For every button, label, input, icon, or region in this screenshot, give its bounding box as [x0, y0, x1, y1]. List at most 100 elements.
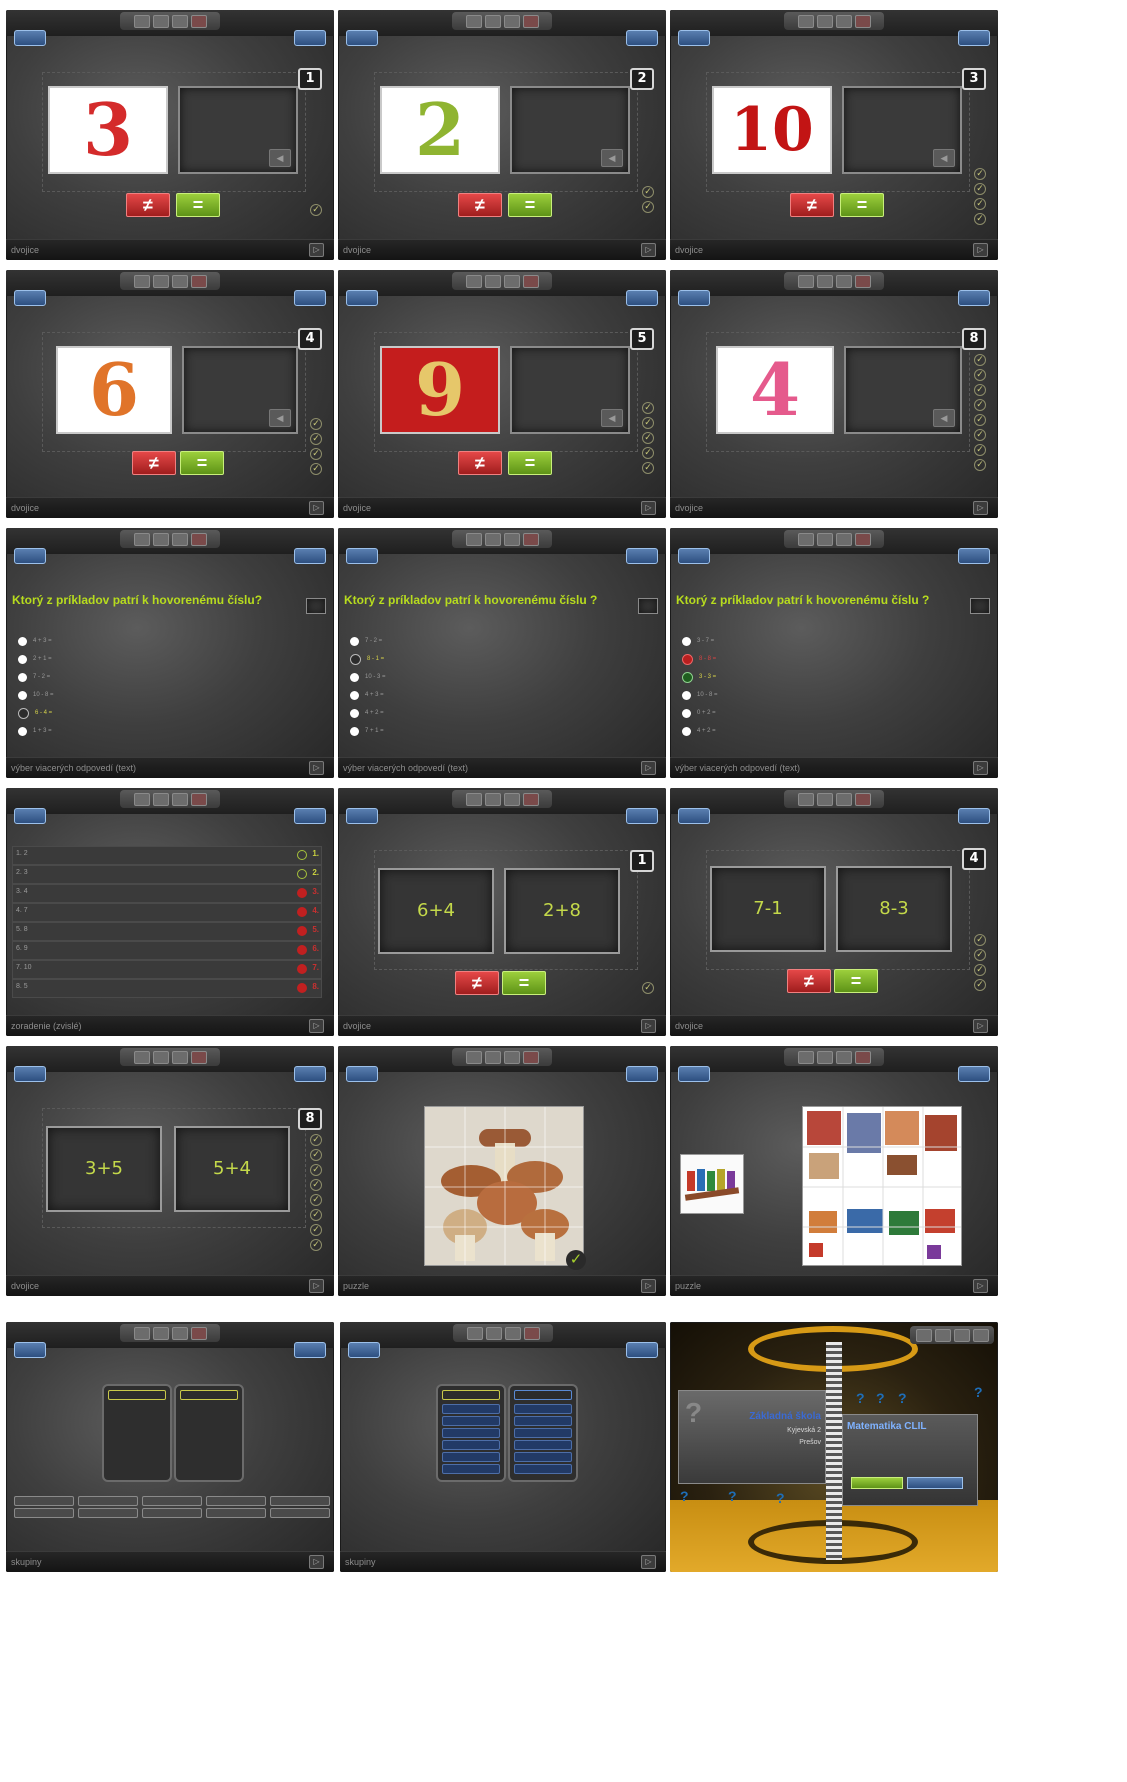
menu-button[interactable] [348, 1342, 380, 1358]
option[interactable]: 4 + 2 = [350, 704, 386, 722]
not-equal-button[interactable]: ≠ [458, 193, 502, 217]
nav-arrow-icon[interactable]: ▷ [309, 1279, 324, 1293]
next-button[interactable] [294, 1342, 326, 1358]
group-right[interactable] [508, 1384, 578, 1482]
equal-button[interactable]: = [502, 971, 546, 995]
order-row[interactable]: 8. 5 8. [12, 979, 322, 998]
option[interactable]: 4 + 3 = [18, 632, 54, 650]
order-row[interactable]: 6. 9 6. [12, 941, 322, 960]
option-correct[interactable]: 3 - 3 = [682, 668, 718, 686]
order-row[interactable]: 7. 10 7. [12, 960, 322, 979]
speaker-icon[interactable]: ◀ [933, 409, 955, 427]
sorted-chip[interactable] [442, 1428, 500, 1438]
group-left[interactable] [102, 1384, 172, 1482]
help-icon[interactable]: ? [856, 1390, 865, 1406]
speaker-icon[interactable]: ◀ [601, 409, 623, 427]
menu-button[interactable] [346, 1066, 378, 1082]
group-right[interactable] [174, 1384, 244, 1482]
toolbar-icons[interactable] [120, 12, 220, 30]
toolbar-icons[interactable] [120, 1324, 220, 1342]
option[interactable]: 10 - 3 = [350, 668, 386, 686]
speaker-icon[interactable]: ◀ [269, 409, 291, 427]
answer-chip[interactable] [14, 1508, 74, 1518]
equal-button[interactable]: = [840, 193, 884, 217]
nav-arrow-icon[interactable]: ▷ [973, 1279, 988, 1293]
option[interactable]: 7 - 2 = [18, 668, 54, 686]
sorted-chip[interactable] [442, 1404, 500, 1414]
expression-left[interactable]: 6+4 [378, 868, 494, 954]
options-button[interactable] [907, 1477, 963, 1489]
next-button[interactable] [958, 1066, 990, 1082]
toolbar-icons[interactable] [784, 530, 884, 548]
menu-button[interactable] [14, 30, 46, 46]
order-row[interactable]: 1. 2 1. [12, 846, 322, 865]
toolbar-icons[interactable] [784, 272, 884, 290]
toolbar-icons[interactable] [120, 272, 220, 290]
option[interactable]: 2 + 1 = [18, 650, 54, 668]
equal-button[interactable]: = [176, 193, 220, 217]
speaker-icon[interactable]: ◀ [269, 149, 291, 167]
nav-arrow-icon[interactable]: ▷ [309, 761, 324, 775]
option-wrong[interactable]: 8 - 8 = [682, 650, 718, 668]
expression-right[interactable]: 2+8 [504, 868, 620, 954]
nav-arrow-icon[interactable]: ▷ [641, 1019, 656, 1033]
toolbar-icons[interactable] [784, 790, 884, 808]
nav-arrow-icon[interactable]: ▷ [973, 761, 988, 775]
option[interactable]: 4 + 3 = [350, 686, 386, 704]
puzzle-board[interactable] [802, 1106, 962, 1266]
answer-chip[interactable] [78, 1496, 138, 1506]
answer-chip[interactable] [142, 1508, 202, 1518]
option[interactable]: 10 - 8 = [682, 686, 718, 704]
answer-chip[interactable] [206, 1496, 266, 1506]
nav-arrow-icon[interactable]: ▷ [641, 761, 656, 775]
sorted-chip[interactable] [514, 1428, 572, 1438]
menu-button[interactable] [678, 290, 710, 306]
next-button[interactable] [626, 30, 658, 46]
next-button[interactable] [958, 290, 990, 306]
toolbar-icons[interactable] [452, 1048, 552, 1066]
expression-left[interactable]: 3+5 [46, 1126, 162, 1212]
sorted-chip[interactable] [442, 1464, 500, 1474]
help-icon[interactable]: ? [680, 1488, 689, 1504]
menu-button[interactable] [14, 808, 46, 824]
toolbar-icons[interactable] [120, 1048, 220, 1066]
order-row[interactable]: 4. 7 4. [12, 903, 322, 922]
nav-arrow-icon[interactable]: ▷ [309, 243, 324, 257]
option[interactable]: 3 - 7 = [682, 632, 718, 650]
toolbar-icons[interactable] [784, 12, 884, 30]
sorted-chip[interactable] [514, 1464, 572, 1474]
toolbar-icons[interactable] [452, 530, 552, 548]
next-button[interactable] [958, 548, 990, 564]
not-equal-button[interactable]: ≠ [458, 451, 502, 475]
next-button[interactable] [626, 548, 658, 564]
sorted-chip[interactable] [514, 1416, 572, 1426]
option-selected[interactable]: 6 - 4 = [18, 704, 54, 722]
speaker-button[interactable] [638, 598, 658, 614]
sorted-chip[interactable] [442, 1416, 500, 1426]
help-icon[interactable]: ? [776, 1490, 785, 1506]
answer-chip[interactable] [14, 1496, 74, 1506]
nav-arrow-icon[interactable]: ▷ [309, 501, 324, 515]
not-equal-button[interactable]: ≠ [455, 971, 499, 995]
answer-chip[interactable] [270, 1508, 330, 1518]
help-icon[interactable]: ? [728, 1488, 737, 1504]
equal-button[interactable]: = [180, 451, 224, 475]
menu-button[interactable] [678, 548, 710, 564]
answer-slot[interactable]: ◀ [510, 346, 630, 434]
next-button[interactable] [626, 1066, 658, 1082]
nav-arrow-icon[interactable]: ▷ [973, 1019, 988, 1033]
next-button[interactable] [294, 548, 326, 564]
next-button[interactable] [626, 1342, 658, 1358]
order-row[interactable]: 5. 8 5. [12, 922, 322, 941]
not-equal-button[interactable]: ≠ [132, 451, 176, 475]
nav-arrow-icon[interactable]: ▷ [641, 501, 656, 515]
toolbar-icons[interactable] [452, 12, 552, 30]
help-icon[interactable]: ? [974, 1384, 983, 1400]
option[interactable]: 0 + 2 = [682, 704, 718, 722]
answer-chip[interactable] [270, 1496, 330, 1506]
next-button[interactable] [626, 808, 658, 824]
nav-arrow-icon[interactable]: ▷ [641, 1555, 656, 1569]
toolbar-icons[interactable] [453, 1324, 553, 1342]
menu-button[interactable] [346, 290, 378, 306]
toolbar-icons[interactable] [452, 790, 552, 808]
